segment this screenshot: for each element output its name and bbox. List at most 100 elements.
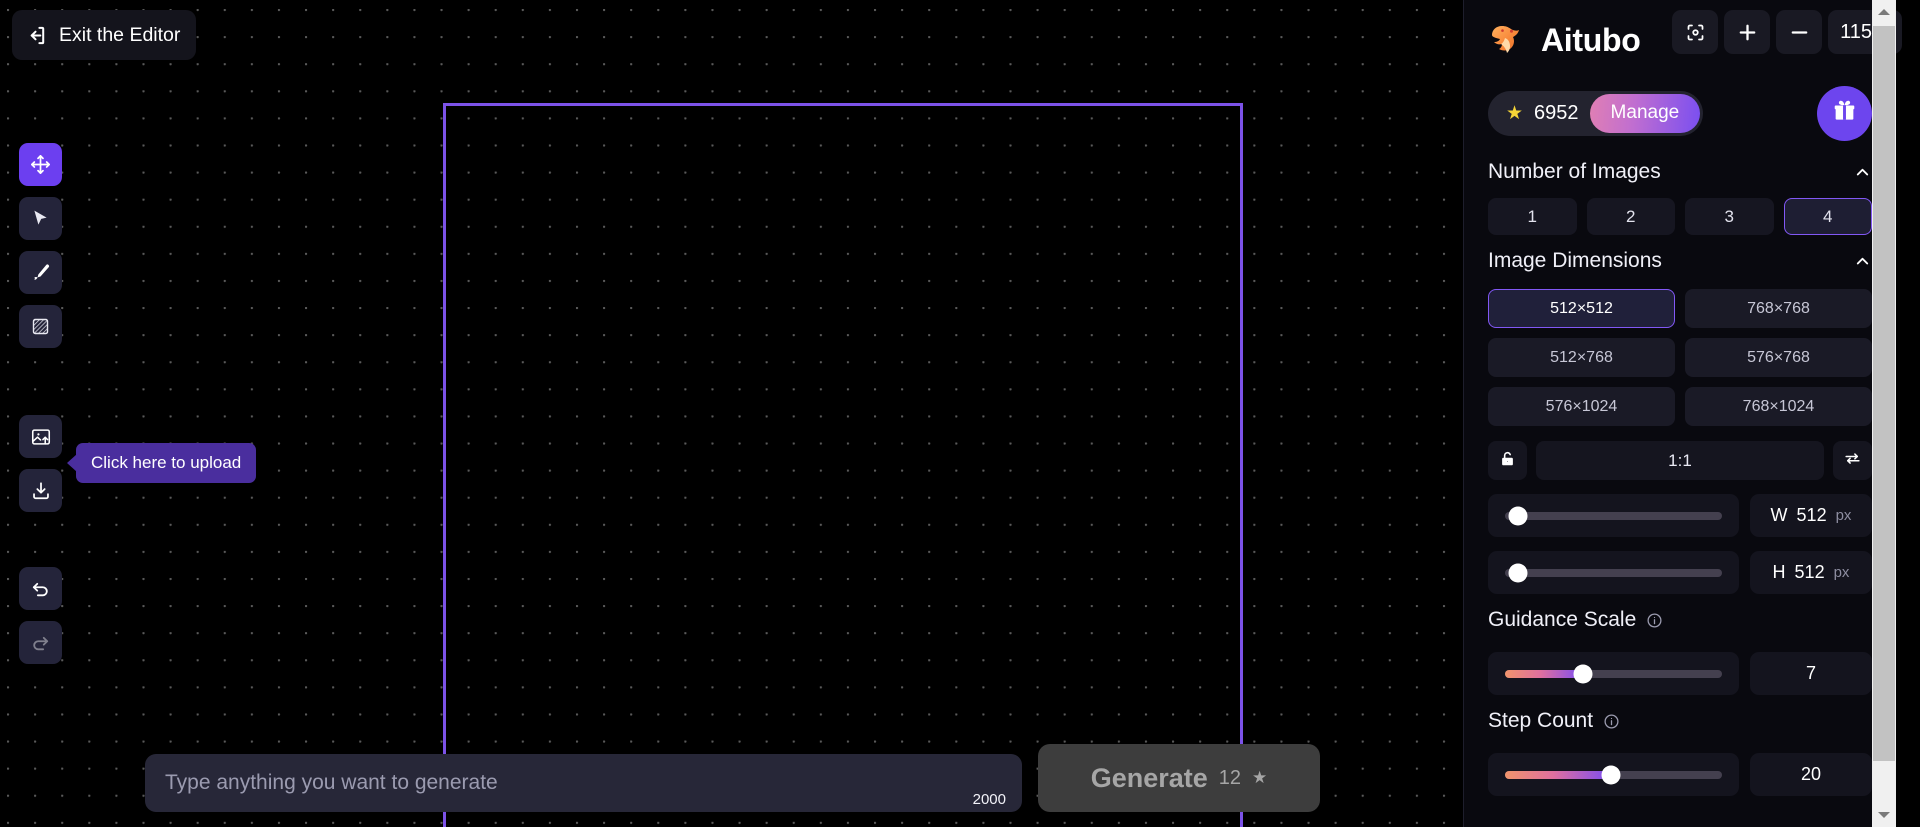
prompt-input[interactable]	[145, 754, 1022, 812]
section-title: Guidance Scale	[1488, 608, 1637, 631]
image-dimensions-header[interactable]: Image Dimensions	[1488, 235, 1872, 287]
zoom-out-button[interactable]	[1776, 10, 1822, 54]
generate-cost: 12	[1218, 766, 1242, 789]
height-axis-label: H	[1772, 562, 1786, 582]
generate-label: Generate	[1090, 762, 1208, 793]
chevron-up-icon[interactable]	[1853, 252, 1872, 271]
selection-rectangle[interactable]	[443, 103, 1243, 827]
width-unit: px	[1835, 507, 1852, 524]
height-slider-track[interactable]	[1505, 563, 1722, 582]
generate-button[interactable]: Generate 12 ★	[1038, 744, 1320, 812]
images-count-4[interactable]: 4	[1783, 198, 1872, 235]
undo-arrow-icon	[29, 577, 52, 600]
height-value: 512	[1794, 562, 1825, 582]
info-circle-icon[interactable]	[1646, 612, 1663, 629]
step-count-value-box[interactable]: 20	[1750, 753, 1872, 796]
width-value: 512	[1796, 505, 1827, 525]
step-count-track[interactable]	[1505, 765, 1722, 784]
guidance-scale-slider[interactable]	[1488, 652, 1739, 695]
chevron-up-icon[interactable]	[1853, 163, 1872, 182]
dimension-preset-768x768[interactable]: 768×768	[1685, 289, 1872, 328]
canvas[interactable]	[0, 0, 1463, 827]
images-count-3[interactable]: 3	[1685, 198, 1774, 235]
minus-icon	[1788, 21, 1811, 44]
download-tool[interactable]	[19, 469, 62, 512]
step-count-value: 20	[1800, 764, 1822, 784]
step-count-row: 20	[1488, 753, 1872, 796]
aitubo-mascot-icon	[1488, 19, 1530, 61]
exit-editor-label: Exit the Editor	[59, 23, 181, 46]
exit-editor-button[interactable]: Exit the Editor	[12, 10, 197, 60]
step-count-header: Step Count	[1488, 695, 1872, 747]
undo-tool[interactable]	[19, 567, 62, 610]
zoom-in-button[interactable]	[1724, 10, 1770, 54]
panel-scrollbar[interactable]	[1872, 0, 1896, 827]
guidance-scale-header: Guidance Scale	[1488, 594, 1872, 646]
focus-frame-icon	[1685, 22, 1706, 43]
scroll-down-arrow-icon[interactable]	[1872, 803, 1896, 827]
download-icon	[30, 480, 52, 502]
dimension-preset-576x768[interactable]: 576×768	[1685, 338, 1872, 377]
guidance-scale-thumb[interactable]	[1573, 664, 1593, 683]
swap-dimensions-button[interactable]	[1833, 441, 1872, 480]
gift-button[interactable]	[1817, 85, 1872, 141]
settings-panel: Aitubo ★ 6952 Manage Number of Images 1 …	[1463, 0, 1896, 827]
info-circle-icon[interactable]	[1603, 713, 1620, 730]
images-count-2[interactable]: 2	[1586, 198, 1675, 235]
credits-row: ★ 6952 Manage	[1464, 80, 1896, 146]
upload-image-tool[interactable]	[19, 415, 62, 458]
guidance-scale-section: Guidance Scale 7	[1464, 594, 1896, 695]
gift-icon	[1832, 98, 1857, 128]
upload-tooltip: Click here to upload	[76, 443, 257, 483]
step-count-slider[interactable]	[1488, 753, 1739, 796]
images-count-1[interactable]: 1	[1488, 198, 1577, 235]
focus-frame-button[interactable]	[1672, 10, 1718, 54]
credits-amount: 6952	[1534, 101, 1579, 124]
scroll-up-arrow-icon[interactable]	[1872, 0, 1896, 24]
step-count-section: Step Count 20	[1464, 695, 1896, 796]
manage-button[interactable]: Manage	[1589, 93, 1701, 133]
width-slider-track[interactable]	[1505, 506, 1722, 525]
width-axis-label: W	[1770, 505, 1788, 525]
unlocked-padlock-icon	[1498, 449, 1517, 473]
aspect-lock-button[interactable]	[1488, 441, 1527, 480]
height-slider[interactable]	[1488, 551, 1739, 594]
step-count-fill	[1505, 770, 1612, 779]
section-title: Step Count	[1488, 709, 1594, 732]
select-tool[interactable]	[19, 197, 62, 240]
paint-brush-icon	[30, 262, 51, 283]
step-count-thumb[interactable]	[1601, 765, 1621, 784]
dimension-preset-768x1024[interactable]: 768×1024	[1685, 387, 1872, 426]
scrollbar-thumb[interactable]	[1873, 26, 1895, 761]
dimension-preset-512x768[interactable]: 512×768	[1488, 338, 1675, 377]
zoom-toolbar: 115%	[1672, 10, 1902, 54]
move-tool[interactable]	[19, 143, 62, 186]
image-dimensions-section: Image Dimensions 512×512 768×768 512×768…	[1464, 235, 1896, 594]
height-value-box[interactable]: H 512 px	[1750, 551, 1872, 594]
guidance-scale-track[interactable]	[1505, 664, 1722, 683]
redo-tool[interactable]	[19, 621, 62, 664]
brush-tool[interactable]	[19, 251, 62, 294]
credits-pill[interactable]: ★ 6952 Manage	[1488, 90, 1704, 136]
number-of-images-section: Number of Images 1 2 3 4	[1464, 146, 1896, 235]
section-title: Number of Images	[1488, 160, 1661, 183]
number-of-images-header[interactable]: Number of Images	[1488, 146, 1872, 198]
height-slider-thumb[interactable]	[1508, 563, 1528, 582]
prompt-container[interactable]: 2000	[145, 754, 1022, 812]
section-title: Image Dimensions	[1488, 249, 1662, 272]
width-slider[interactable]	[1488, 494, 1739, 537]
guidance-scale-value-box[interactable]: 7	[1750, 652, 1872, 695]
dimension-preset-512x512[interactable]: 512×512	[1488, 289, 1675, 328]
width-value-box[interactable]: W 512 px	[1750, 494, 1872, 537]
redo-arrow-icon	[29, 631, 52, 654]
eraser-tool[interactable]	[19, 305, 62, 348]
dimension-presets: 512×512 768×768 512×768 576×768 576×1024…	[1488, 289, 1872, 426]
aspect-ratio-value[interactable]: 1:1	[1536, 441, 1824, 480]
swap-arrows-icon	[1843, 449, 1862, 473]
cursor-arrow-icon	[30, 208, 51, 229]
plus-icon	[1736, 21, 1759, 44]
width-slider-row: W 512 px	[1488, 494, 1872, 537]
dimension-preset-576x1024[interactable]: 576×1024	[1488, 387, 1675, 426]
width-slider-thumb[interactable]	[1508, 506, 1528, 525]
star-icon: ★	[1506, 102, 1524, 124]
